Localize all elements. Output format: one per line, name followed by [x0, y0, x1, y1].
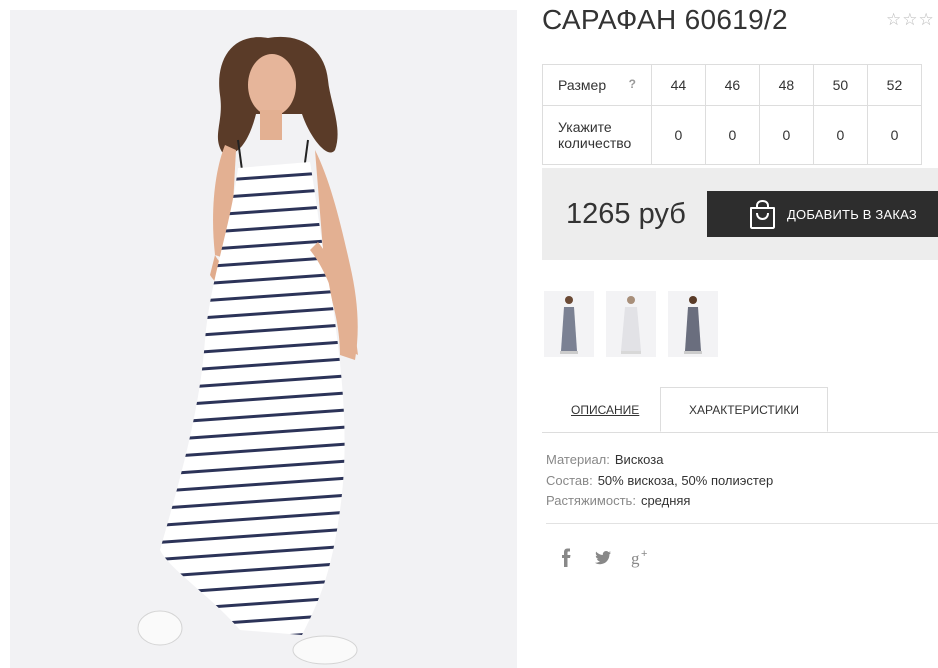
- spec-value: Вискоза: [614, 452, 664, 467]
- product-tabs: ОПИСАНИЕ ХАРАКТЕРИСТИКИ: [542, 387, 938, 433]
- quantity-input[interactable]: 0: [758, 105, 814, 165]
- divider: [546, 523, 938, 524]
- quantity-input[interactable]: 0: [650, 105, 706, 165]
- star-icon[interactable]: ☆: [919, 10, 935, 29]
- product-title: САРАФАН 60619/2: [542, 4, 788, 35]
- spec-row: Растяжимость: средняя: [546, 491, 773, 512]
- google-plus-icon[interactable]: g +: [631, 548, 651, 568]
- shopping-bag-icon: [750, 200, 775, 229]
- quantity-row: Укажите количество 0 0 0 0 0: [542, 105, 923, 165]
- size-cell: 44: [650, 64, 706, 106]
- size-row: Размер ? 44 46 48 50 52: [542, 64, 923, 106]
- quantity-label: Укажите количество: [542, 105, 652, 165]
- thumbnail-3[interactable]: [668, 291, 718, 357]
- quantity-input[interactable]: 0: [812, 105, 868, 165]
- size-cell: 46: [704, 64, 760, 106]
- star-icon[interactable]: ☆: [886, 10, 902, 29]
- size-cell: 52: [866, 64, 923, 106]
- spec-value: 50% вискоза, 50% полиэстер: [597, 472, 774, 488]
- size-label-cell: Размер ?: [542, 64, 652, 106]
- spec-row: Материал: Вискоза: [546, 450, 773, 471]
- thumbnail-1[interactable]: [544, 291, 594, 357]
- product-price: 1265 руб: [566, 198, 686, 230]
- characteristics-list: Материал: Вискоза Состав: 50% вискоза, 50%…: [546, 450, 773, 512]
- thumbnail-image: [621, 296, 641, 354]
- size-quantity-table: Размер ? 44 46 48 50 52 Укажите количест…: [542, 64, 923, 165]
- size-label: Размер: [558, 77, 607, 93]
- tab-description[interactable]: ОПИСАНИЕ: [571, 403, 639, 417]
- size-cell: 50: [812, 64, 868, 106]
- spec-value: средняя: [640, 493, 691, 508]
- spec-key: Состав:: [546, 472, 593, 488]
- size-help-icon[interactable]: ?: [629, 77, 636, 91]
- svg-text:+: +: [641, 548, 647, 560]
- price-panel: 1265 руб ДОБАВИТЬ В ЗАКАЗ: [542, 168, 938, 260]
- size-cell: 48: [758, 64, 814, 106]
- spec-key: Материал:: [546, 452, 610, 467]
- add-to-order-button[interactable]: ДОБАВИТЬ В ЗАКАЗ: [707, 191, 938, 237]
- thumbnail-2[interactable]: [606, 291, 656, 357]
- twitter-icon[interactable]: [594, 548, 612, 568]
- svg-text:g: g: [631, 549, 640, 568]
- model-in-striped-dress-image: [137, 36, 358, 665]
- quantity-input[interactable]: 0: [866, 105, 923, 165]
- thumbnail-image: [684, 296, 702, 354]
- spec-key: Растяжимость:: [546, 493, 636, 508]
- spec-row: Состав: 50% вискоза, 50% полиэстер: [546, 471, 773, 492]
- add-to-order-label: ДОБАВИТЬ В ЗАКАЗ: [787, 207, 917, 222]
- tab-characteristics[interactable]: ХАРАКТЕРИСТИКИ: [660, 387, 828, 432]
- quantity-input[interactable]: 0: [704, 105, 760, 165]
- star-icon[interactable]: ☆: [902, 10, 918, 29]
- main-product-photo[interactable]: [10, 10, 517, 668]
- facebook-icon[interactable]: [559, 548, 573, 568]
- thumbnail-image: [560, 296, 578, 354]
- rating-stars[interactable]: ☆☆☆: [886, 10, 935, 30]
